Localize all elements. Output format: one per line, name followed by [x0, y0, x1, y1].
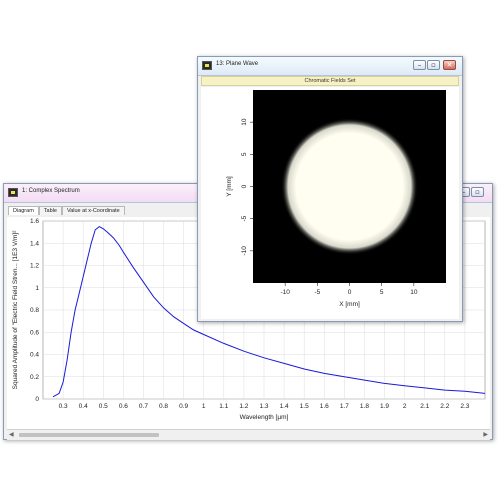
spectrum-horizontal-scrollbar[interactable]: ◀ ▶ [7, 429, 490, 440]
x-tick-label: 1.7 [340, 403, 349, 410]
x-tick-label: 10 [410, 289, 418, 296]
y-tick-label: -10 [241, 246, 248, 256]
x-tick-label: 0.5 [99, 403, 108, 410]
plane-wave-plot-area[interactable]: -10 -5 0 5 10 10 5 0 -5 -10 X [mm] Y [mm] [201, 87, 459, 319]
x-tick-label: 0.7 [139, 403, 148, 410]
plane-wave-window: 13: Plane Wave – ▫ ✕ Chromatic Fields Se… [197, 56, 463, 322]
y-tick-label: 1.4 [30, 240, 39, 247]
y-tick-label: 5 [241, 152, 248, 156]
tab-diagram[interactable]: Diagram [8, 206, 39, 215]
x-tick-label: 1.8 [360, 403, 369, 410]
spectrum-y-ticks: 0 0.2 0.4 0.6 0.8 1 1.2 1.4 1.6 [30, 218, 39, 403]
minimize-icon[interactable]: – [413, 60, 426, 70]
y-tick-label: 0 [35, 396, 39, 403]
x-tick-label: 2 [403, 403, 407, 410]
x-tick-label: 1 [202, 403, 206, 410]
plane-wave-x-ticks: -10 -5 0 5 10 [280, 283, 418, 296]
x-tick-label: 2.2 [440, 403, 449, 410]
x-tick-label: 0 [348, 289, 352, 296]
x-tick-label: 2.1 [420, 403, 429, 410]
y-tick-label: -5 [241, 215, 248, 221]
x-tick-label: -5 [314, 289, 320, 296]
x-tick-label: 1.2 [239, 403, 248, 410]
y-tick-label: 0 [241, 184, 248, 188]
tab-table[interactable]: Table [38, 206, 62, 215]
field-intensity-disk [281, 118, 418, 255]
y-tick-label: 0.2 [30, 374, 39, 381]
y-tick-label: 0.6 [30, 329, 39, 336]
x-tick-label: 0.4 [79, 403, 88, 410]
y-tick-label: 0.4 [30, 352, 39, 359]
plane-wave-x-axis-label: X [mm] [339, 301, 360, 308]
x-tick-label: 1.9 [380, 403, 389, 410]
y-tick-label: 1.2 [30, 263, 39, 270]
x-tick-label: 1.1 [219, 403, 228, 410]
restore-icon[interactable]: ▫ [471, 187, 484, 197]
plane-wave-y-axis-label: Y [mm] [226, 176, 233, 197]
y-tick-label: 1.6 [30, 218, 39, 225]
x-tick-label: 1.5 [300, 403, 309, 410]
scroll-left-icon[interactable]: ◀ [9, 431, 14, 438]
x-tick-label: 1.6 [320, 403, 329, 410]
y-tick-label: 1 [35, 285, 39, 292]
window-app-icon [8, 188, 18, 197]
spectrum-x-ticks: 0.3 0.4 0.5 0.6 0.7 0.8 0.9 1 1.1 1.2 1.3 1.4 1.5 1.6… [59, 403, 470, 410]
plane-wave-chart: -10 -5 0 5 10 10 5 0 -5 -10 X [mm] Y [mm] [226, 90, 446, 308]
x-tick-label: 2.3 [460, 403, 469, 410]
window-title: 13: Plane Wave [216, 61, 259, 67]
x-tick-label: 0.3 [59, 403, 68, 410]
window-title: 1: Complex Spectrum [22, 188, 80, 194]
x-tick-label: 0.9 [179, 403, 188, 410]
chromatic-fields-header: Chromatic Fields Set [201, 76, 459, 86]
x-tick-label: 1.4 [280, 403, 289, 410]
spectrum-tabs: Diagram Table Value at x-Coordinate [8, 206, 125, 216]
y-tick-label: 10 [241, 118, 248, 126]
plane-wave-titlebar[interactable]: 13: Plane Wave – ▫ ✕ [198, 57, 462, 76]
y-tick-label: 0.8 [30, 307, 39, 314]
x-tick-label: -10 [280, 289, 290, 296]
spectrum-y-axis-label: Squared Amplitude of "Electric Field Str… [12, 230, 19, 390]
x-tick-label: 1.3 [259, 403, 268, 410]
x-tick-label: 0.6 [119, 403, 128, 410]
restore-icon[interactable]: ▫ [427, 60, 440, 70]
x-tick-label: 0.8 [159, 403, 168, 410]
window-app-icon [202, 61, 212, 70]
close-icon[interactable]: ✕ [443, 60, 456, 70]
scroll-right-icon[interactable]: ▶ [483, 431, 488, 438]
plane-wave-y-ticks: 10 5 0 -5 -10 [241, 118, 253, 256]
spectrum-x-axis-label: Wavelength [µm] [240, 414, 289, 421]
scrollbar-thumb[interactable] [19, 433, 159, 437]
tab-value-at-x[interactable]: Value at x-Coordinate [61, 206, 125, 215]
x-tick-label: 5 [380, 289, 384, 296]
